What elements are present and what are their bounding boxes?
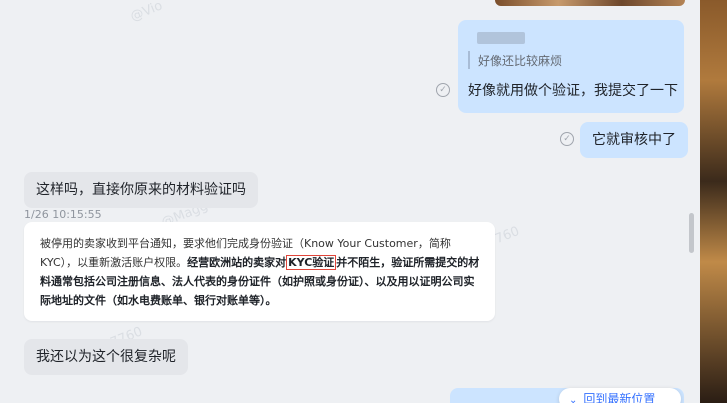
chevron-down-icon: ⌄	[569, 395, 578, 403]
quoted-sender-name	[477, 32, 525, 44]
image-message-preview[interactable]	[495, 0, 685, 6]
background-photo-edge	[700, 0, 727, 403]
jump-to-latest-button[interactable]: ⌄ 回到最新位置	[559, 388, 681, 403]
read-receipt-icon: ✓	[436, 83, 450, 97]
quoted-article-card[interactable]: 被停用的卖家收到平台通知，要求他们完成身份验证（Know Your Custom…	[24, 222, 495, 321]
message-bubble[interactable]: 它就审核中了	[580, 122, 688, 158]
card-bold-text: 并不陌生	[336, 256, 381, 269]
scrollbar-thumb[interactable]	[689, 213, 694, 253]
message-bubble[interactable]: 我还以为这个很复杂呢	[24, 339, 188, 375]
read-receipt-icon: ✓	[560, 132, 574, 146]
quoted-text: 好像还比较麻烦	[478, 54, 563, 68]
message-timestamp: 1/26 10:15:55	[24, 208, 102, 221]
message-text: 好像就用做个验证，我提交了一下	[468, 83, 678, 99]
watermark: 760	[493, 223, 522, 248]
kyc-highlight: KYC验证	[286, 255, 337, 270]
chat-area: @Vio Vio @Maggie 760 7760 好像还比较麻烦 好像就用做个…	[0, 0, 700, 403]
message-text: 这样吗，直接你原来的材料验证吗	[36, 182, 246, 198]
message-bubble[interactable]: 这样吗，直接你原来的材料验证吗	[24, 172, 258, 208]
card-bold-text: 经营欧洲站的卖家对	[187, 256, 287, 269]
quote-bar	[468, 51, 470, 69]
message-text: 它就审核中了	[592, 132, 676, 148]
jump-label: 回到最新位置	[583, 392, 656, 403]
message-text: 我还以为这个很复杂呢	[36, 349, 176, 365]
watermark: @Vio	[128, 0, 165, 25]
